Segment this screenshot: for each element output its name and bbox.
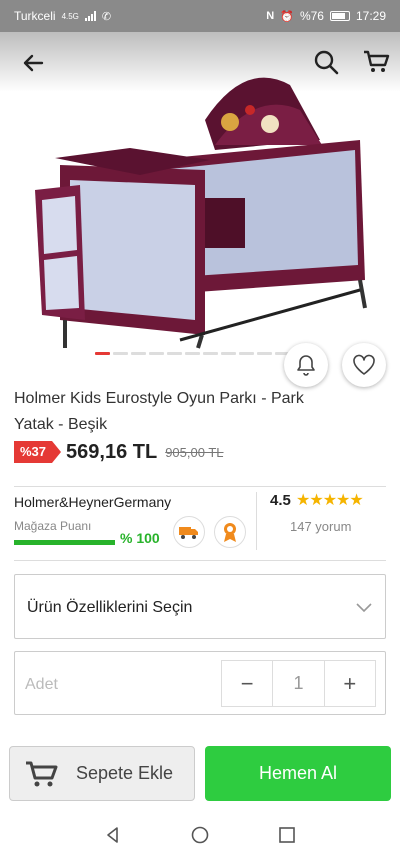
product-image (35, 77, 367, 349)
carousel-dot[interactable] (113, 352, 128, 355)
bell-icon (297, 355, 315, 376)
truck-icon (179, 527, 198, 539)
store-score-bar (14, 540, 115, 545)
current-price: 569,16 TL (66, 440, 158, 463)
quantity-value[interactable]: 1 (273, 661, 325, 706)
carousel-dot[interactable] (185, 352, 200, 355)
system-nav-bar (0, 813, 400, 856)
seller-name[interactable]: Holmer&HeynerGermany (14, 494, 171, 510)
variant-selector[interactable]: Ürün Özelliklerini Seçin (14, 574, 386, 639)
divider (256, 492, 257, 550)
chevron-down-icon (356, 603, 372, 613)
reviews-link[interactable]: 147 yorum (290, 519, 351, 534)
carousel-indicator (95, 352, 290, 355)
plus-icon: + (343, 670, 357, 696)
divider (14, 486, 386, 487)
carousel-dot[interactable] (239, 352, 254, 355)
quantity-label: Adet (25, 676, 58, 693)
whatsapp-icon: ✆ (101, 10, 112, 23)
nav-home-icon[interactable] (190, 825, 210, 845)
heart-icon (353, 354, 375, 375)
price-row: %37 569,16 TL 905,00 TL (14, 440, 224, 464)
variant-label: Ürün Özelliklerini Seçin (27, 599, 193, 616)
product-image-carousel[interactable] (0, 32, 400, 362)
decrease-button[interactable]: − (222, 661, 274, 706)
rating-stars: ★★★★★ (296, 492, 364, 509)
battery-percent: %76 (299, 9, 324, 23)
buy-now-button[interactable]: Hemen Al (205, 746, 391, 801)
quantity-stepper: − 1 + (221, 660, 376, 707)
carousel-dot[interactable] (149, 352, 164, 355)
quality-badge[interactable] (214, 516, 246, 548)
carousel-dot-active[interactable] (95, 352, 110, 355)
favorite-button[interactable] (342, 343, 386, 387)
product-title: Holmer Kids Eurostyle Oyun Parkı - Park … (14, 390, 304, 433)
notify-price-button[interactable] (284, 343, 328, 387)
award-icon (224, 523, 236, 542)
carousel-dot[interactable] (221, 352, 236, 355)
increase-button[interactable]: + (325, 661, 375, 706)
minus-icon: − (240, 670, 254, 696)
action-bar: Sepete Ekle Hemen Al (0, 735, 400, 813)
clock: 17:29 (355, 9, 386, 23)
add-to-cart-button[interactable]: Sepete Ekle (9, 746, 195, 801)
nav-back-icon[interactable] (103, 825, 123, 845)
carousel-dot[interactable] (131, 352, 146, 355)
alarm-icon: ⏰ (280, 10, 294, 23)
battery-icon (329, 11, 350, 21)
nav-recents-icon[interactable] (277, 825, 297, 845)
divider (14, 560, 386, 561)
status-bar: Turkceli 4.5G ✆ N ⏰ %76 17:29 (0, 0, 400, 32)
cart-icon (26, 761, 58, 786)
carousel-dot[interactable] (203, 352, 218, 355)
store-score-label: Mağaza Puanı (14, 519, 92, 533)
carrier-label: Turkceli (14, 9, 56, 23)
carousel-dot[interactable] (167, 352, 182, 355)
fast-delivery-badge[interactable] (173, 516, 205, 548)
rating-value: 4.5 (270, 492, 291, 509)
carousel-dot[interactable] (257, 352, 272, 355)
discount-badge: %37 (14, 441, 62, 463)
nfc-icon: N (266, 10, 275, 22)
old-price: 905,00 TL (165, 444, 224, 460)
store-score-value: % 100 (120, 530, 160, 546)
network-label: 4.5G (61, 11, 79, 21)
add-to-cart-label: Sepete Ekle (76, 763, 174, 783)
signal-icon (84, 11, 96, 21)
quantity-section: Adet − 1 + (14, 651, 386, 715)
